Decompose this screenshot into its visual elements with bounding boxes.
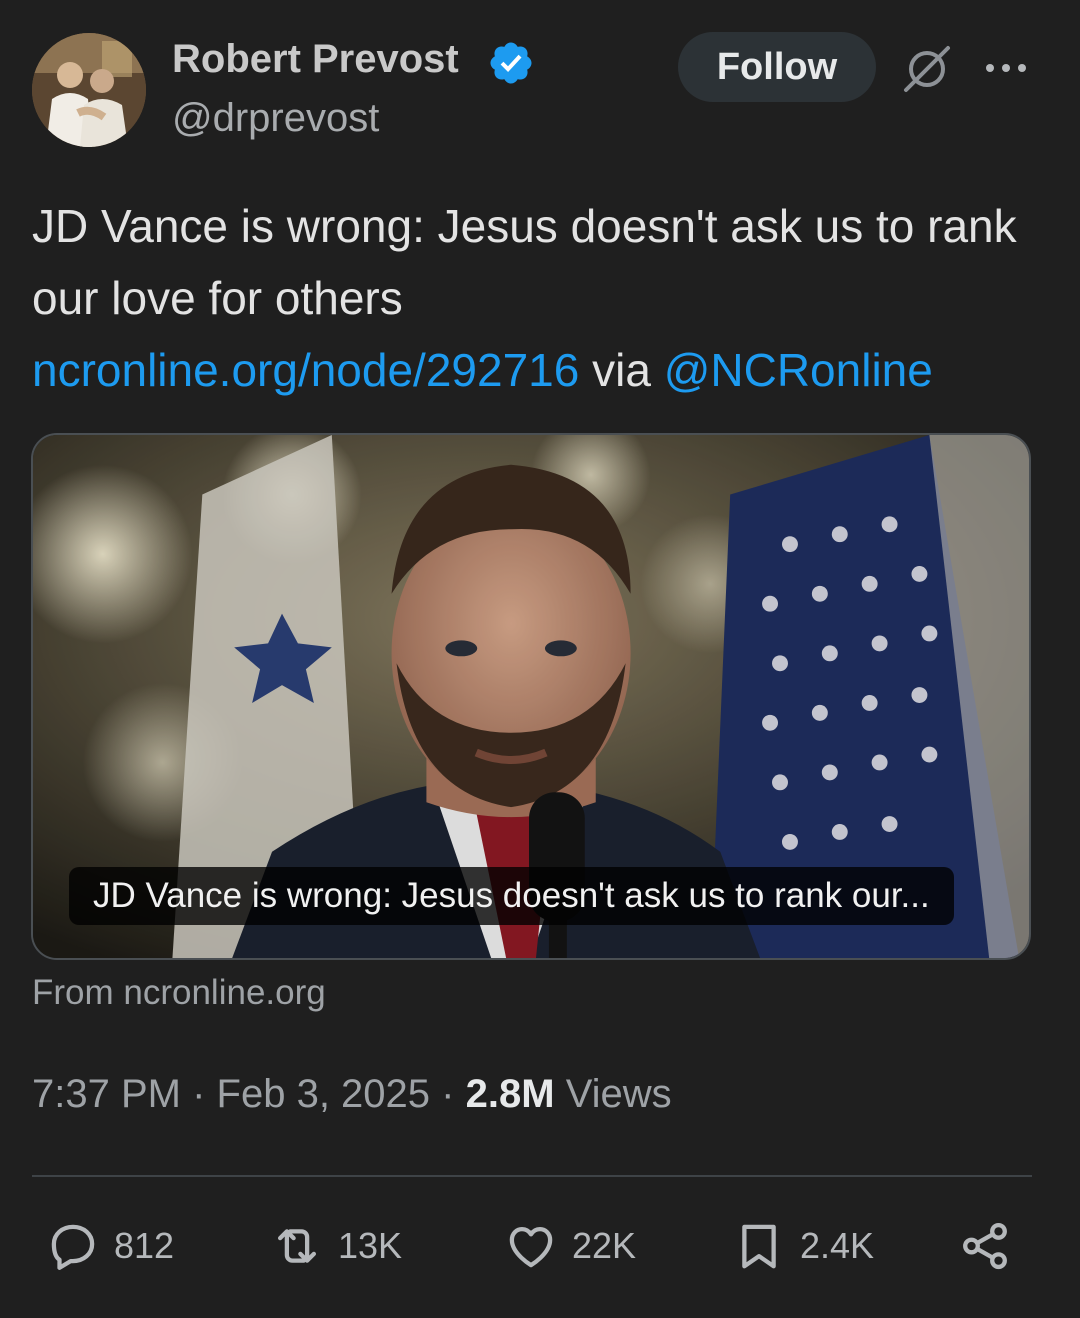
- tweet-meta: 7:37 PM · Feb 3, 2025 · 2.8M Views: [32, 1072, 672, 1117]
- card-caption: JD Vance is wrong: Jesus doesn't ask us …: [69, 867, 954, 925]
- link-card[interactable]: JD Vance is wrong: Jesus doesn't ask us …: [31, 433, 1031, 960]
- share-icon: [963, 1222, 1007, 1270]
- like-button[interactable]: 22K: [504, 1214, 636, 1278]
- tweet-body: JD Vance is wrong: Jesus doesn't ask us …: [32, 200, 1017, 324]
- repost-count: 13K: [338, 1225, 403, 1266]
- tweet-link[interactable]: ncronline.org/node/292716: [32, 344, 579, 396]
- tweet-detail: Robert Prevost @drprevost Follow JD Vanc…: [0, 0, 1080, 1318]
- repost-icon: [277, 1229, 317, 1263]
- follow-button[interactable]: Follow: [678, 32, 876, 102]
- mention-link[interactable]: @NCRonline: [664, 344, 933, 396]
- bookmark-count: 2.4K: [800, 1225, 875, 1266]
- share-button[interactable]: [958, 1214, 1012, 1278]
- display-name[interactable]: Robert Prevost: [172, 37, 459, 82]
- via-text: via: [592, 344, 651, 396]
- like-count: 22K: [572, 1225, 637, 1266]
- verified-badge-icon: [490, 42, 532, 84]
- views-count: 2.8M: [465, 1072, 555, 1116]
- more-dots-icon[interactable]: [982, 55, 1030, 81]
- meta-separator: ·: [441, 1072, 455, 1116]
- meta-separator: ·: [192, 1072, 206, 1116]
- reply-button[interactable]: 812: [46, 1214, 174, 1278]
- reply-count: 812: [114, 1225, 175, 1266]
- bookmark-button[interactable]: 2.4K: [732, 1214, 874, 1278]
- views-label: Views: [565, 1072, 672, 1116]
- reply-icon: [51, 1224, 95, 1270]
- tweet-text: JD Vance is wrong: Jesus doesn't ask us …: [32, 190, 1042, 406]
- handle[interactable]: @drprevost: [172, 96, 379, 141]
- bookmark-icon: [742, 1224, 776, 1269]
- avatar[interactable]: [32, 33, 146, 147]
- tweet-date[interactable]: Feb 3, 2025: [217, 1072, 431, 1116]
- heart-icon: [509, 1226, 553, 1268]
- grok-icon[interactable]: [900, 42, 954, 96]
- divider: [32, 1175, 1032, 1177]
- tweet-time[interactable]: 7:37 PM: [32, 1072, 181, 1116]
- card-source[interactable]: From ncronline.org: [32, 973, 326, 1013]
- repost-button[interactable]: 13K: [270, 1214, 402, 1278]
